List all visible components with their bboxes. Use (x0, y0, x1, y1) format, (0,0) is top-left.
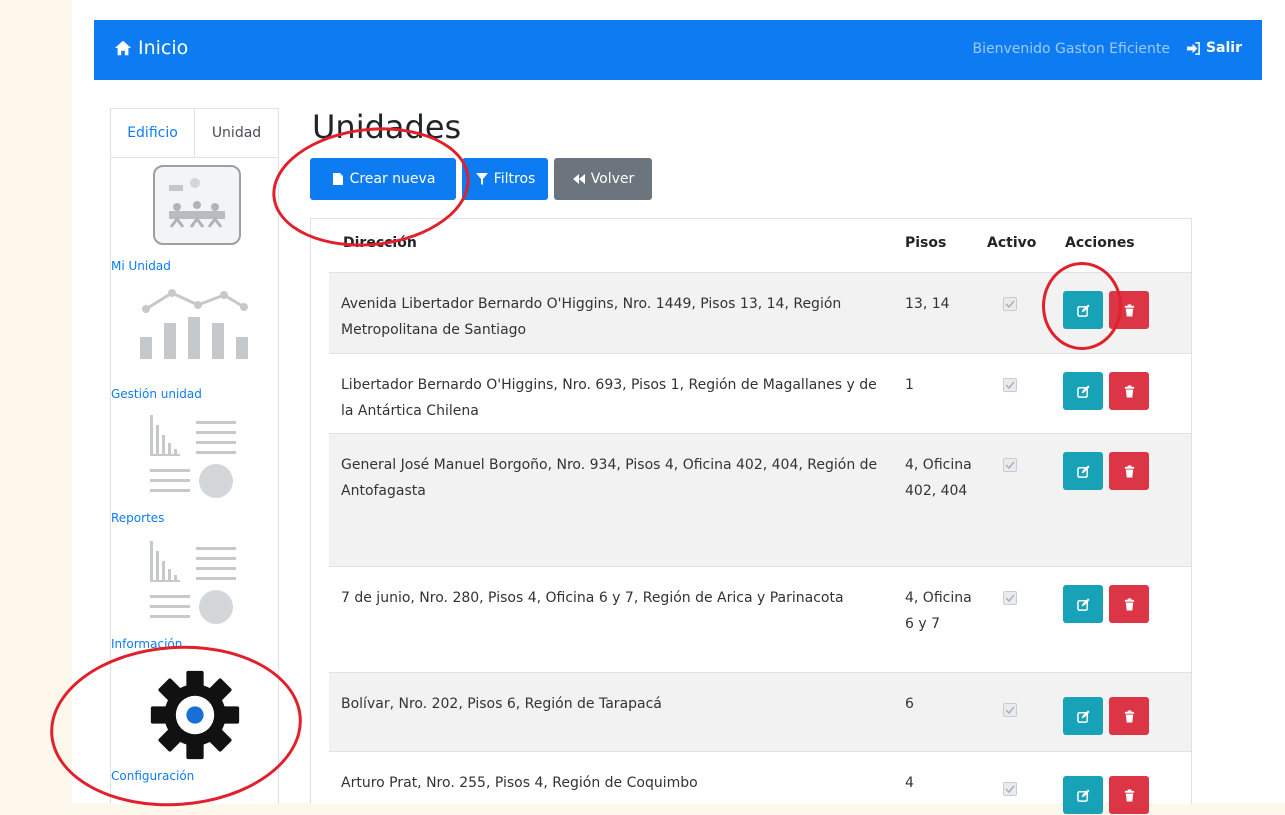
active-checkbox (1003, 782, 1017, 796)
report-chart-icon[interactable] (111, 541, 278, 635)
edit-icon (1076, 303, 1090, 317)
edit-icon (1076, 384, 1090, 398)
check-icon (1005, 300, 1015, 309)
home-link[interactable]: Inicio (114, 37, 188, 59)
delete-button[interactable] (1109, 291, 1149, 329)
table-row: Avenida Libertador Bernardo O'Higgins, N… (329, 272, 1191, 354)
delete-button[interactable] (1109, 776, 1149, 814)
trash-icon (1124, 709, 1134, 723)
row-pisos: 1 (905, 377, 914, 393)
delete-button[interactable] (1109, 372, 1149, 410)
row-address: General José Manuel Borgoño, Nro. 934, P… (341, 457, 878, 499)
delete-button[interactable] (1109, 452, 1149, 490)
create-new-button[interactable]: Crear nueva (310, 158, 456, 200)
edit-icon (1076, 709, 1090, 723)
edit-icon (1076, 788, 1090, 802)
backward-icon (572, 174, 585, 184)
table-row: Arturo Prat, Nro. 255, Pisos 4, Región d… (329, 751, 1191, 814)
sidebar-item-reportes[interactable]: Reportes (111, 511, 278, 525)
active-checkbox (1003, 378, 1017, 392)
check-icon (1005, 381, 1015, 390)
filters-button[interactable]: Filtros (462, 158, 548, 200)
check-icon (1005, 785, 1015, 794)
trash-icon (1124, 303, 1134, 317)
row-address: Libertador Bernardo O'Higgins, Nro. 693,… (341, 377, 877, 419)
row-pisos: 4, Oficina 402, 404 (905, 457, 972, 499)
active-checkbox (1003, 591, 1017, 605)
units-table: Dirección Pisos Activo Acciones Avenida … (310, 218, 1192, 814)
edit-button[interactable] (1063, 291, 1103, 329)
check-icon (1005, 461, 1015, 470)
back-label: Volver (590, 171, 635, 187)
sidebar-item-gestion-unidad[interactable]: Gestión unidad (111, 387, 278, 401)
sidebar: Edificio Unidad Mi Unidad Gestión unidad… (110, 108, 279, 804)
home-icon (114, 40, 132, 56)
active-checkbox (1003, 458, 1017, 472)
header-acciones: Acciones (1065, 235, 1135, 251)
page-title: Unidades (312, 108, 462, 146)
trash-icon (1124, 597, 1134, 611)
line-bar-chart-icon[interactable] (111, 287, 278, 363)
trash-icon (1124, 464, 1134, 478)
table-row: Libertador Bernardo O'Higgins, Nro. 693,… (329, 353, 1191, 434)
trash-icon (1124, 788, 1134, 802)
sidebar-item-mi-unidad[interactable]: Mi Unidad (111, 259, 278, 273)
row-pisos: 4, Oficina 6 y 7 (905, 590, 972, 632)
tab-unidad[interactable]: Unidad (194, 109, 278, 157)
table-row: Bolívar, Nro. 202, Pisos 6, Región de Ta… (329, 672, 1191, 752)
row-pisos: 6 (905, 696, 914, 712)
logout-link[interactable]: Salir (1186, 40, 1242, 56)
row-address: Bolívar, Nro. 202, Pisos 6, Región de Ta… (341, 696, 662, 712)
file-icon (332, 173, 343, 185)
active-checkbox (1003, 297, 1017, 311)
delete-button[interactable] (1109, 585, 1149, 623)
sidebar-item-informacion[interactable]: Información (111, 637, 278, 651)
page: Inicio Bienvenido Gaston Eficiente Salir… (72, 0, 1285, 814)
row-address: 7 de junio, Nro. 280, Pisos 4, Oficina 6… (341, 590, 844, 606)
edit-button[interactable] (1063, 585, 1103, 623)
check-icon (1005, 594, 1015, 603)
header-activo: Activo (987, 235, 1037, 251)
logout-label: Salir (1205, 40, 1242, 56)
header-direccion: Dirección (343, 235, 417, 251)
back-button[interactable]: Volver (554, 158, 652, 200)
create-new-label: Crear nueva (349, 171, 436, 187)
table-row: General José Manuel Borgoño, Nro. 934, P… (329, 433, 1191, 567)
row-pisos: 4 (905, 775, 914, 791)
edit-button[interactable] (1063, 372, 1103, 410)
edit-button[interactable] (1063, 452, 1103, 490)
active-checkbox (1003, 703, 1017, 717)
table-row: 7 de junio, Nro. 280, Pisos 4, Oficina 6… (329, 566, 1191, 673)
tab-edificio[interactable]: Edificio (111, 109, 194, 157)
edit-icon (1076, 464, 1090, 478)
filters-label: Filtros (493, 171, 536, 187)
sidebar-item-configuracion[interactable]: Configuración (111, 769, 278, 783)
home-link-label: Inicio (138, 37, 189, 59)
welcome-text: Bienvenido Gaston Eficiente (972, 41, 1170, 57)
unit-image-icon[interactable] (153, 165, 241, 245)
sign-out-icon (1186, 41, 1200, 55)
delete-button[interactable] (1109, 697, 1149, 735)
top-navbar: Inicio Bienvenido Gaston Eficiente Salir (94, 20, 1262, 80)
report-chart-icon[interactable] (111, 415, 278, 509)
edit-button[interactable] (1063, 697, 1103, 735)
row-address: Avenida Libertador Bernardo O'Higgins, N… (341, 296, 842, 338)
check-icon (1005, 706, 1015, 715)
gear-icon[interactable] (111, 667, 278, 767)
filter-icon (475, 173, 488, 185)
header-pisos: Pisos (905, 235, 947, 251)
trash-icon (1124, 384, 1134, 398)
row-pisos: 13, 14 (905, 296, 950, 312)
sidebar-tabs: Edificio Unidad (111, 109, 278, 158)
edit-button[interactable] (1063, 776, 1103, 814)
edit-icon (1076, 597, 1090, 611)
row-address: Arturo Prat, Nro. 255, Pisos 4, Región d… (341, 775, 698, 791)
